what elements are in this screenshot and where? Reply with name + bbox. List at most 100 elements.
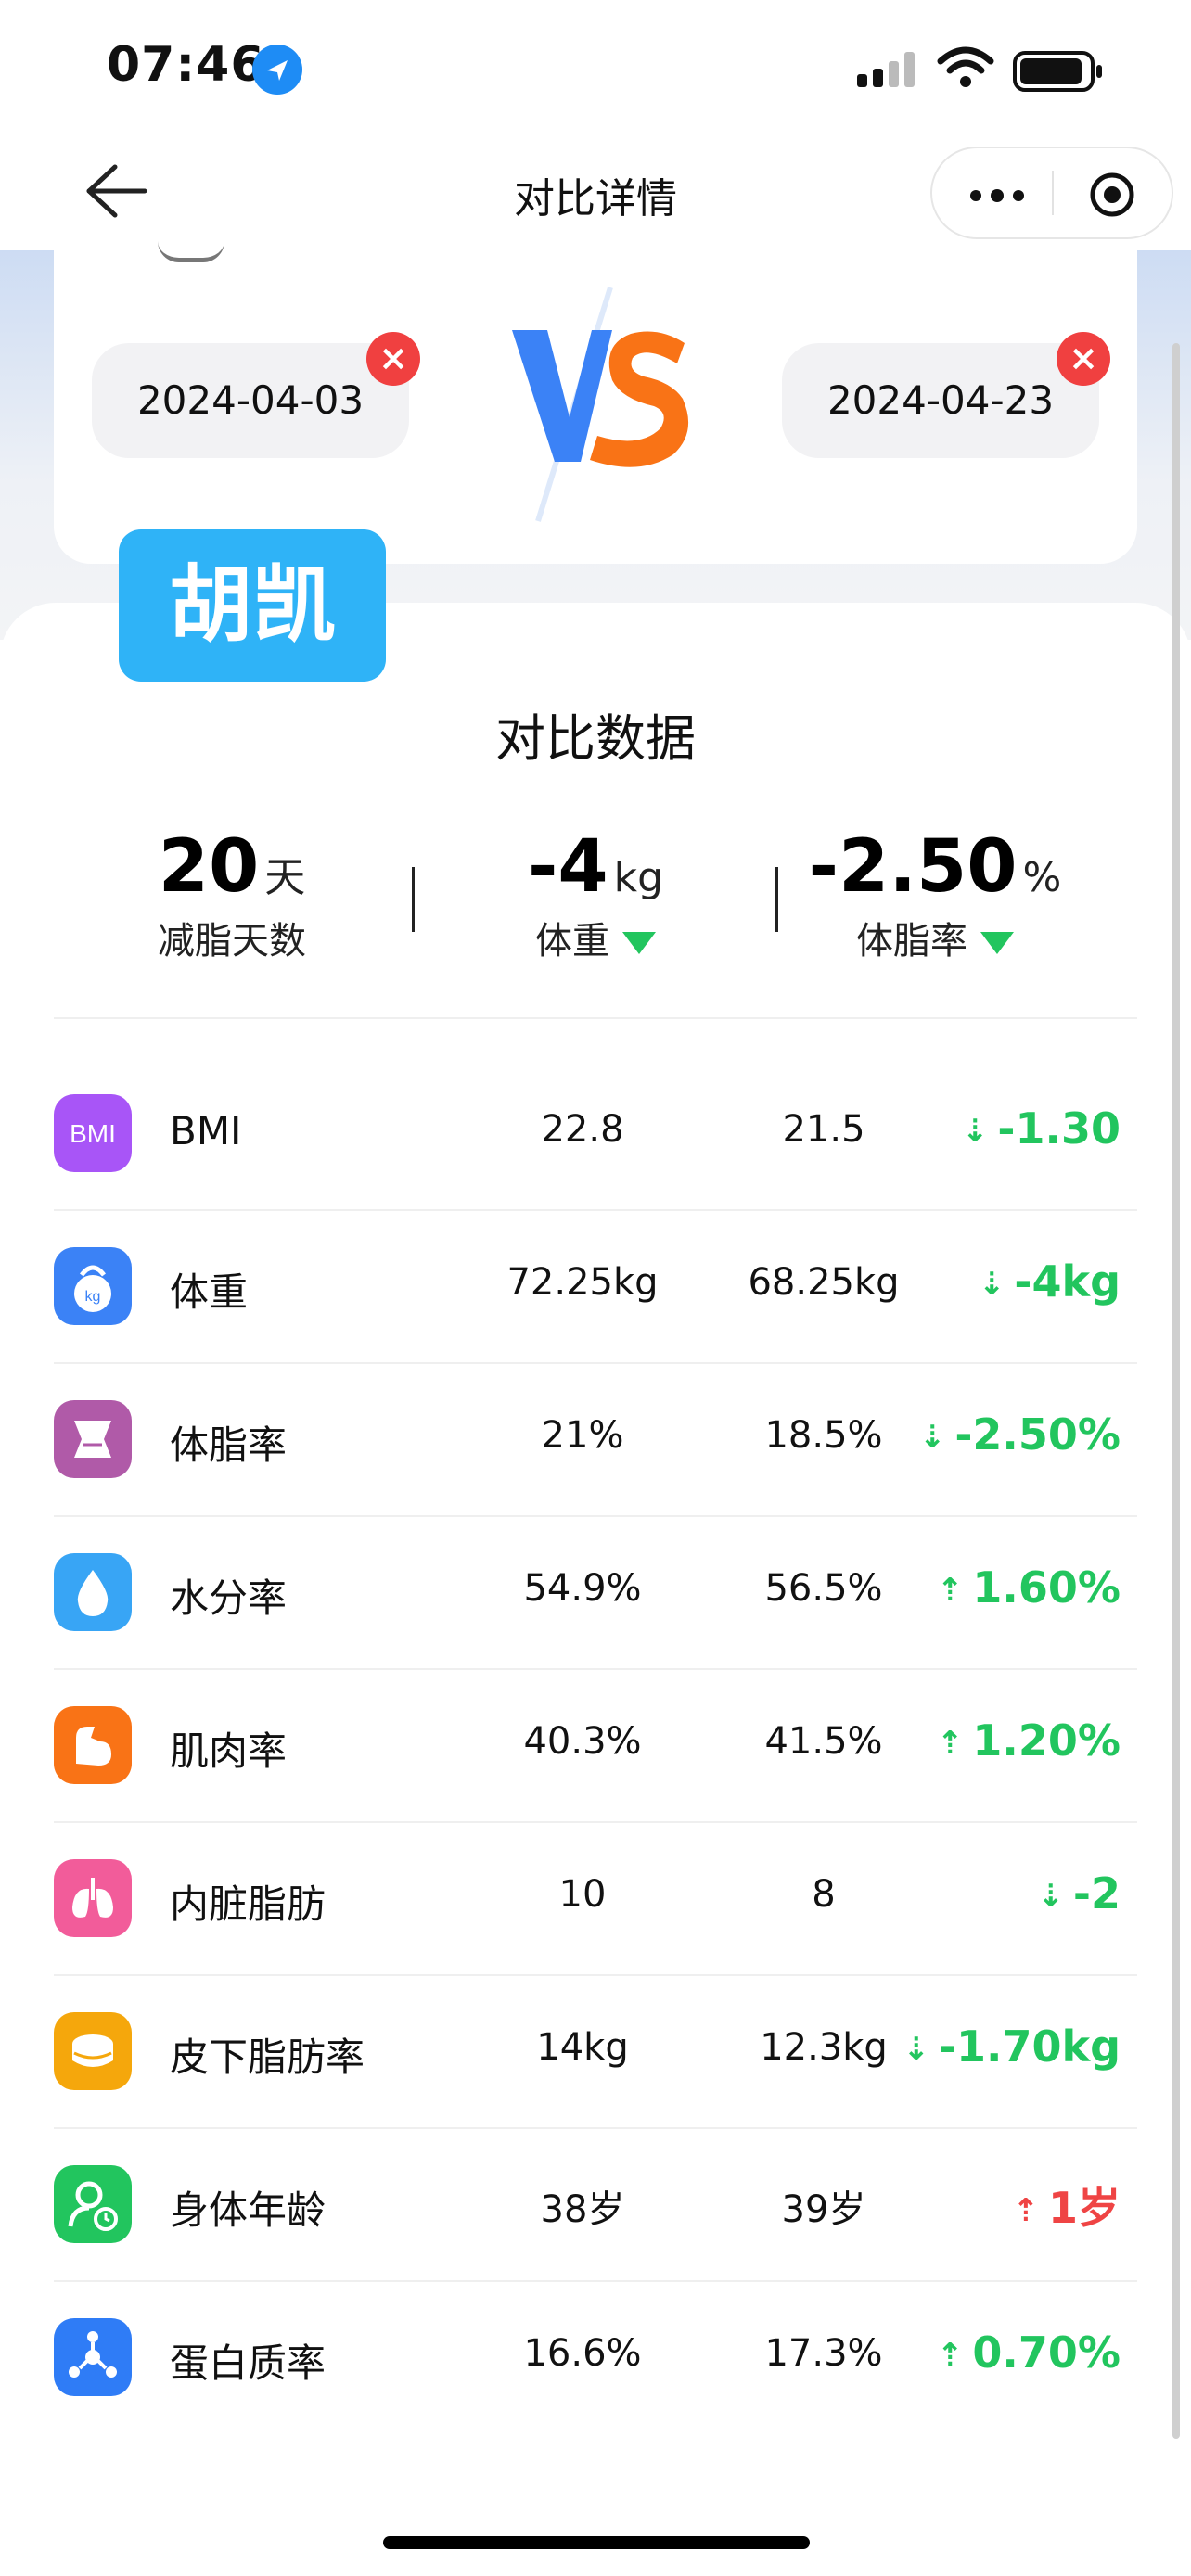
metric-row: BMI BMI 22.8 21.5 ⇣ -1.30 [54,1057,1137,1209]
cellular-signal-icon [857,52,915,87]
summary-unit: kg [613,854,664,901]
fat-layer-icon [54,2012,132,2090]
summary-label: 体重 [535,920,609,963]
date-left-pill[interactable]: 2024-04-03 [92,343,409,458]
metric-row: 肌肉率 40.3% 41.5% ⇡ 1.20% [54,1669,1137,1821]
metric-difference-value: 0.70% [972,2327,1121,2378]
metric-name: 肌肉率 [170,1728,288,1774]
arrow-down-icon: ⇣ [918,1419,946,1456]
summary-stats: 20 天 减脂天数 -4 kg 体重 -2.50% 体脂率 [0,825,1191,992]
metric-difference-value: -4kg [1014,1256,1121,1307]
remove-left-date-button[interactable]: × [366,332,420,386]
arrow-down-icon: ⇣ [978,1266,1005,1303]
battery-icon [1013,51,1102,92]
metric-name: 水分率 [170,1575,288,1621]
metric-difference: ⇣ -1.30 [962,1103,1121,1154]
summary-label: 减脂天数 [158,920,306,963]
home-indicator [383,2536,810,2549]
date-right-pill[interactable]: 2024-04-23 [782,343,1099,458]
summary-unit: % [1022,854,1062,901]
metric-difference: ⇡ 1岁 [1012,2174,1121,2236]
remove-right-date-button[interactable]: × [1057,332,1110,386]
arrow-up-icon: ⇡ [1012,2192,1039,2229]
more-icon[interactable] [969,189,1025,202]
summary-unit: 天 [264,854,306,901]
water-drop-icon [54,1553,132,1631]
vs-logo [512,287,689,522]
metric-value-end: 56.5% [764,1567,883,1610]
close-mini-program-icon[interactable] [1088,171,1136,219]
metric-name: 体重 [170,1269,249,1315]
wifi-icon [937,46,994,87]
summary-label: 体脂率 [856,920,967,963]
arrow-up-icon: ⇡ [936,1572,964,1609]
bmi-icon: BMI [54,1094,132,1172]
svg-text:BMI: BMI [70,1119,116,1148]
summary-value: -4 [527,825,608,909]
metric-row: 体脂率 21% 18.5% ⇣ -2.50% [54,1363,1137,1515]
metric-difference: ⇣ -2 [1037,1868,1121,1919]
metric-name: 内脏脂肪 [170,1881,327,1927]
metric-difference: ⇣ -2.50% [919,1409,1121,1460]
kettlebell-icon: kg [54,1247,132,1325]
metric-name: 蛋白质率 [170,2340,327,2386]
metric-difference-value: -1.70kg [938,2021,1121,2072]
summary-weight: -4 kg 体重 [410,825,781,964]
summary-divider [775,867,778,932]
metric-name: 身体年龄 [170,2187,327,2233]
metric-difference-value: -2.50% [954,1409,1121,1460]
summary-value: -2.50 [808,825,1018,909]
metric-difference-value: 1.20% [972,1715,1121,1766]
lungs-icon [54,1859,132,1937]
metric-difference: ⇣ -1.70kg [903,2021,1121,2072]
status-bar: 07:46 [0,0,1191,139]
metric-difference: ⇡ 0.70% [937,2327,1121,2378]
scrollbar[interactable] [1172,343,1180,2439]
metric-row: 身体年龄 38岁 39岁 ⇡ 1岁 [54,2128,1137,2280]
body-fat-icon [54,1400,132,1478]
summary-days: 20 天 减脂天数 [46,825,417,964]
arrow-up-icon: ⇡ [936,1725,964,1762]
section-divider [54,1017,1137,1019]
metric-value-end: 17.3% [764,2332,883,2375]
metric-name: BMI [170,1108,242,1154]
arrow-down-icon: ⇣ [961,1113,989,1150]
metric-row: 皮下脂肪率 14kg 12.3kg ⇣ -1.70kg [54,1975,1137,2127]
down-triangle-icon [980,932,1014,954]
mini-program-capsule [930,147,1173,239]
location-icon [252,45,302,95]
down-triangle-icon [622,932,656,954]
protein-icon [54,2318,132,2396]
metric-value-end: 68.25kg [748,1261,900,1304]
capsule-divider [1052,171,1054,215]
metric-row: 蛋白质率 16.6% 17.3% ⇡ 0.70% [54,2281,1137,2433]
arrow-up-icon: ⇡ [936,2337,964,2374]
body-age-icon [54,2165,132,2243]
metric-value-end: 39岁 [781,2188,866,2231]
metric-difference-value: 1.60% [972,1562,1121,1613]
metric-difference: ⇣ -4kg [979,1256,1121,1307]
metric-row: kg 体重 72.25kg 68.25kg ⇣ -4kg [54,1210,1137,1362]
metric-difference-value: -1.30 [997,1103,1121,1154]
metric-row: 水分率 54.9% 56.5% ⇡ 1.60% [54,1516,1137,1668]
metric-value-end: 8 [812,1873,836,1916]
summary-divider [412,867,415,932]
svg-text:kg: kg [85,1289,101,1305]
metric-value-end: 21.5 [782,1108,865,1151]
status-time: 07:46 [107,37,265,93]
arrow-down-icon: ⇣ [1037,1878,1064,1915]
metric-name: 皮下脂肪率 [170,2034,365,2080]
arrow-down-icon: ⇣ [903,2031,929,2068]
metric-difference: ⇡ 1.20% [937,1715,1121,1766]
metric-row: 内脏脂肪 10 8 ⇣ -2 [54,1822,1137,1974]
metric-value-end: 41.5% [764,1720,883,1763]
metric-difference: ⇡ 1.60% [937,1562,1121,1613]
user-name-badge: 胡凯 [119,529,386,682]
summary-body-fat: -2.50% 体脂率 [749,825,1121,964]
metric-difference-value: 1岁 [1047,2183,1121,2233]
metric-difference-value: -2 [1072,1868,1121,1919]
section-title: 对比数据 [495,709,696,768]
metric-name: 体脂率 [170,1422,288,1468]
summary-value: 20 [158,825,260,909]
muscle-icon [54,1706,132,1784]
